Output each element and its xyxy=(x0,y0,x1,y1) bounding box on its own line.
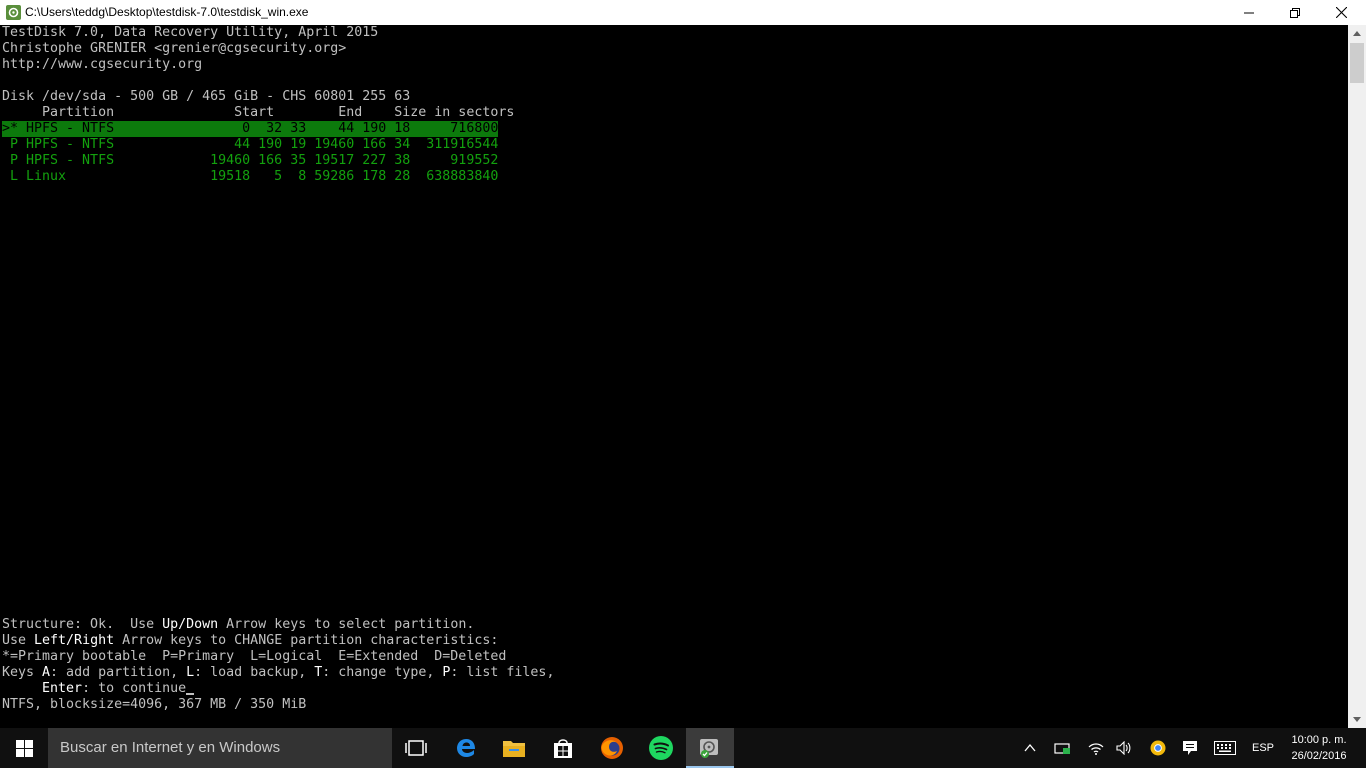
start-button[interactable] xyxy=(0,728,48,768)
testdisk-icon xyxy=(700,739,718,758)
testdisk-icon xyxy=(6,5,21,20)
testdisk-taskbar-button[interactable] xyxy=(686,728,734,768)
help-text: : change type, xyxy=(322,665,443,680)
restore-icon xyxy=(1290,7,1300,18)
help-text: : add partition, xyxy=(50,665,187,680)
disk-info: Disk /dev/sda - 500 GB / 465 GiB - CHS 6… xyxy=(2,89,411,104)
window-title-bar[interactable]: C:\Users\teddg\Desktop\testdisk-7.0\test… xyxy=(0,0,1366,25)
firefox-taskbar-button[interactable] xyxy=(588,728,636,768)
partition-row[interactable]: P HPFS - NTFS 44 190 19 19460 166 34 311… xyxy=(2,137,498,153)
volume-tray-button[interactable] xyxy=(1112,728,1136,768)
author-line: Christophe GRENIER <grenier@cgsecurity.o… xyxy=(2,41,347,56)
chevron-down-icon xyxy=(1353,717,1361,722)
store-taskbar-button[interactable] xyxy=(539,728,587,768)
scroll-down-button[interactable] xyxy=(1348,711,1366,728)
search-placeholder: Buscar en Internet y en Windows xyxy=(60,739,281,756)
minimize-icon xyxy=(1244,12,1254,13)
speaker-icon xyxy=(1116,741,1131,755)
partition-row[interactable]: L Linux 19518 5 8 59286 178 28 638883840 xyxy=(2,169,498,185)
taskbar-search-box[interactable]: Buscar en Internet y en Windows xyxy=(48,728,392,768)
partition-row-selected[interactable]: >* HPFS - NTFS 0 32 33 44 190 18 716800 xyxy=(2,121,499,137)
help-line-characteristics: Use Left/Right Arrow keys to CHANGE part… xyxy=(2,633,498,649)
keyboard-icon xyxy=(1214,741,1236,755)
window-title: C:\Users\teddg\Desktop\testdisk-7.0\test… xyxy=(25,5,309,19)
key-hint: Left/Right xyxy=(34,633,115,648)
minimize-button[interactable] xyxy=(1226,0,1272,25)
spotify-taskbar-button[interactable] xyxy=(637,728,685,768)
text-cursor xyxy=(186,693,195,695)
website-line: http://www.cgsecurity.org xyxy=(2,57,203,72)
help-text: : list files, xyxy=(450,665,555,680)
windows-logo-icon xyxy=(15,739,33,757)
input-language[interactable]: ESP xyxy=(1248,728,1278,768)
close-button[interactable] xyxy=(1318,0,1364,25)
help-line-enter: Enter: to continue xyxy=(2,681,195,697)
device-tray-button[interactable] xyxy=(1050,728,1076,768)
clock[interactable]: 10:00 p. m. 26/02/2016 xyxy=(1283,732,1355,764)
edge-taskbar-button[interactable] xyxy=(442,728,490,768)
spotify-icon xyxy=(649,736,673,760)
keyboard-tray-button[interactable] xyxy=(1210,728,1240,768)
chrome-tray-button[interactable] xyxy=(1146,728,1170,768)
file-explorer-icon xyxy=(503,741,525,757)
help-text: Arrow keys to select partition. xyxy=(218,617,475,632)
clock-date: 26/02/2016 xyxy=(1291,750,1347,762)
scroll-thumb[interactable] xyxy=(1350,43,1364,83)
firefox-icon xyxy=(601,737,623,759)
help-text: : load backup, xyxy=(194,665,315,680)
clock-time: 10:00 p. m. xyxy=(1291,734,1347,746)
action-center-button[interactable] xyxy=(1178,728,1202,768)
chrome-icon xyxy=(1150,740,1166,756)
key-hint: Enter xyxy=(42,681,83,696)
vertical-scrollbar[interactable] xyxy=(1348,25,1366,728)
task-view-button[interactable] xyxy=(392,728,440,768)
header-line: TestDisk 7.0, Data Recovery Utility, Apr… xyxy=(2,25,379,40)
help-text: Arrow keys to CHANGE partition character… xyxy=(114,633,499,648)
network-tray-button[interactable] xyxy=(1084,728,1108,768)
status-line: NTFS, blocksize=4096, 367 MB / 350 MiB xyxy=(2,697,307,712)
partition-row[interactable]: P HPFS - NTFS 19460 166 35 19517 227 38 … xyxy=(2,153,498,169)
wifi-icon xyxy=(1088,743,1104,755)
help-text: Structure: Ok. Use xyxy=(2,617,163,632)
key-hint: A xyxy=(42,665,51,680)
key-hint: L xyxy=(186,665,195,680)
removable-device-icon xyxy=(1054,743,1070,754)
restore-button[interactable] xyxy=(1272,0,1318,25)
chevron-up-icon xyxy=(1024,744,1036,752)
notification-icon xyxy=(1183,741,1197,755)
task-view-icon xyxy=(405,740,427,756)
edge-icon xyxy=(457,739,475,757)
key-hint: Up/Down xyxy=(162,617,219,632)
help-text: : to continue xyxy=(82,681,187,696)
help-line-structure: Structure: Ok. Use Up/Down Arrow keys to… xyxy=(2,617,474,633)
help-text: Use xyxy=(2,633,35,648)
help-text: Keys xyxy=(2,665,43,680)
help-line-keys: Keys A: add partition, L: load backup, T… xyxy=(2,665,554,681)
taskbar: Buscar en Internet y en Windows ESP 10:0… xyxy=(0,728,1366,768)
file-explorer-taskbar-button[interactable] xyxy=(490,728,538,768)
chevron-up-icon xyxy=(1353,31,1361,36)
scroll-up-button[interactable] xyxy=(1348,25,1366,42)
close-icon xyxy=(1335,7,1347,18)
console-output[interactable]: TestDisk 7.0, Data Recovery Utility, Apr… xyxy=(0,25,1348,728)
partition-table-header: Partition Start End Size in sectors xyxy=(2,105,515,120)
show-hidden-icons-button[interactable] xyxy=(1018,728,1042,768)
store-icon xyxy=(554,739,572,758)
legend-line: *=Primary bootable P=Primary L=Logical E… xyxy=(2,649,507,664)
